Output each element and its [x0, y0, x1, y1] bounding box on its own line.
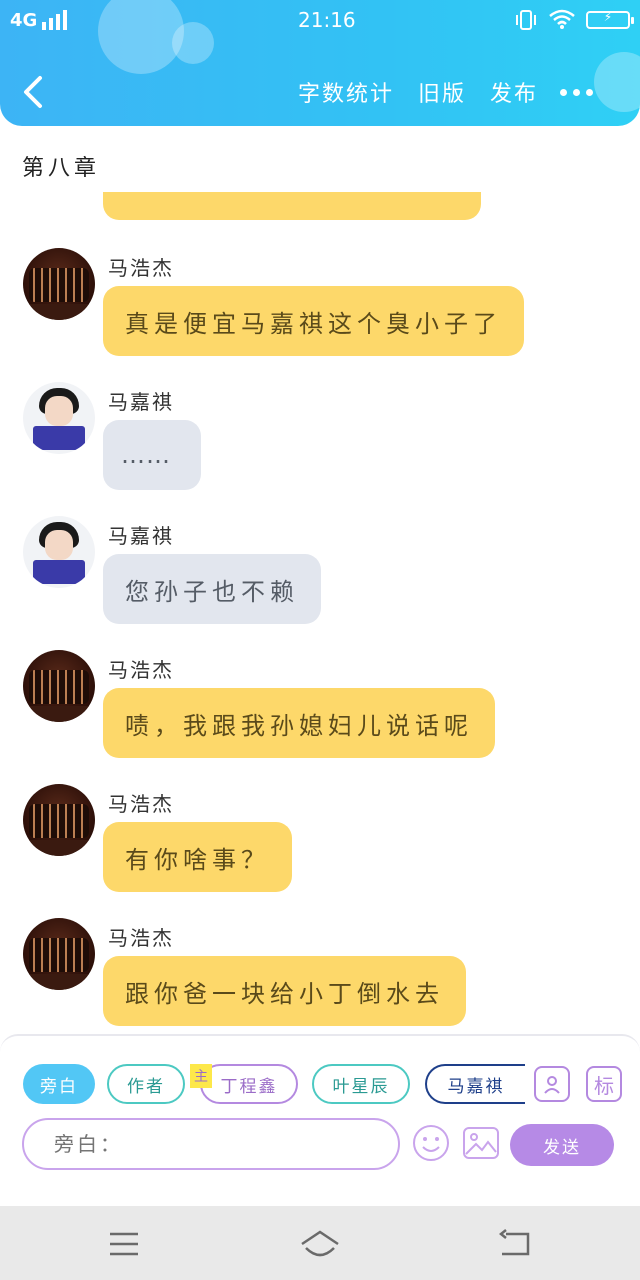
sender-name: 马浩杰 — [108, 926, 174, 950]
old-version-button[interactable]: 旧版 — [418, 76, 466, 108]
chat-message: 马浩杰 啧，我跟我孙媳妇儿说话呢 — [0, 650, 640, 760]
network-type: 4G — [10, 10, 38, 31]
back-icon[interactable] — [496, 1224, 536, 1264]
menu-icon[interactable] — [104, 1224, 144, 1264]
role-ma-button[interactable]: 马嘉祺 — [425, 1064, 525, 1104]
group-photo-avatar[interactable] — [23, 784, 95, 856]
protagonist-tag: 主 — [190, 1064, 212, 1088]
publish-button[interactable]: 发布 — [490, 76, 538, 108]
role-author-button[interactable]: 作者 — [107, 1064, 185, 1104]
signal-icon — [42, 10, 67, 30]
person-icon — [544, 1076, 560, 1094]
chat-message: 马嘉祺 …… — [0, 382, 640, 492]
word-count-button[interactable]: 字数统计 — [298, 76, 394, 108]
group-photo-avatar[interactable] — [23, 650, 95, 722]
message-input[interactable] — [22, 1118, 400, 1170]
wifi-icon — [549, 9, 575, 29]
home-icon[interactable] — [298, 1224, 342, 1264]
partial-message-bubble[interactable] — [103, 192, 481, 220]
role-ding-button[interactable]: 丁程鑫 — [200, 1064, 298, 1104]
sender-name: 马嘉祺 — [108, 390, 174, 414]
system-nav-bar — [0, 1206, 640, 1280]
role-ye-button[interactable]: 叶星辰 — [312, 1064, 410, 1104]
smiley-icon[interactable] — [412, 1124, 450, 1162]
header-actions: 字数统计 旧版 发布 — [298, 76, 538, 108]
message-bubble[interactable]: 真是便宜马嘉祺这个臭小子了 — [103, 286, 524, 356]
boy-with-book-avatar[interactable] — [23, 516, 95, 588]
message-bubble[interactable]: 您孙子也不赖 — [103, 554, 321, 624]
status-bar: 4G 21:16 ⚡ — [0, 0, 640, 40]
battery-charging-icon: ⚡ — [586, 10, 634, 29]
message-bubble[interactable]: 啧，我跟我孙媳妇儿说话呢 — [103, 688, 495, 758]
top-header: 4G 21:16 ⚡ 字数统计 旧版 发布 — [0, 0, 640, 126]
message-bubble[interactable]: 跟你爸一块给小丁倒水去 — [103, 956, 466, 1026]
group-photo-avatar[interactable] — [23, 918, 95, 990]
person-card-icon[interactable] — [534, 1066, 570, 1102]
sender-name: 马嘉祺 — [108, 524, 174, 548]
more-horizontal-icon[interactable] — [560, 80, 600, 104]
vibrate-icon — [516, 10, 536, 30]
chat-message: 马嘉祺 您孙子也不赖 — [0, 516, 640, 626]
mark-button[interactable]: 标 — [586, 1066, 622, 1102]
message-bubble[interactable]: …… — [103, 420, 201, 490]
clock: 21:16 — [298, 8, 356, 32]
group-photo-avatar[interactable] — [23, 248, 95, 320]
sender-name: 马浩杰 — [108, 792, 174, 816]
chat-message: 马浩杰 跟你爸一块给小丁倒水去 — [0, 918, 640, 1028]
sender-name: 马浩杰 — [108, 256, 174, 280]
role-narrator-button[interactable]: 旁白 — [23, 1064, 95, 1104]
boy-with-book-avatar[interactable] — [23, 382, 95, 454]
chapter-title: 第八章 — [22, 156, 101, 181]
sender-name: 马浩杰 — [108, 658, 174, 682]
chat-message: 马浩杰 有你啥事？ — [0, 784, 640, 894]
send-button[interactable]: 发送 — [510, 1124, 614, 1166]
image-icon[interactable] — [462, 1124, 500, 1162]
message-bubble[interactable]: 有你啥事？ — [103, 822, 292, 892]
back-chevron-icon[interactable] — [14, 70, 54, 114]
input-panel: 旁白 作者 丁程鑫 主 叶星辰 马嘉祺 标 发送 — [0, 1034, 640, 1206]
chat-message: 马浩杰 真是便宜马嘉祺这个臭小子了 — [0, 248, 640, 358]
decorative-bubble — [594, 52, 640, 112]
